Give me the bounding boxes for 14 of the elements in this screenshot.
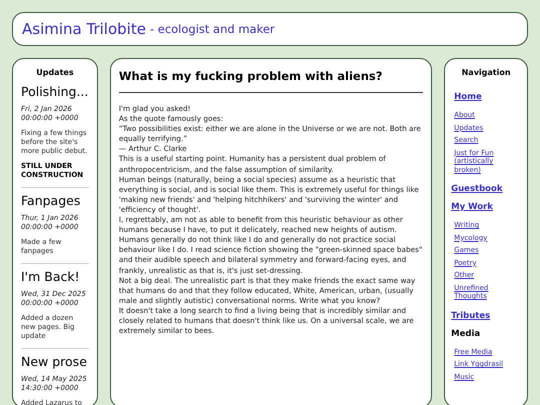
panel-heading: Navigation [460,67,512,79]
nav-link[interactable]: Home [451,91,521,103]
post-title: Fanpages [21,193,82,209]
nav-link[interactable]: Tributes [451,310,521,322]
panel-heading: Updates [35,67,75,79]
site-title[interactable]: Asimina Trilobite [22,18,146,40]
post-title: I'm Back! [21,269,81,285]
site-subtitle: - ecologist and maker [150,21,275,38]
article-title: What is my fucking problem with aliens? [118,68,384,84]
post-title: New prose [21,354,88,370]
nav-link[interactable]: Guestbook [451,183,521,195]
nav-section-heading: Media [451,328,482,340]
nav-link[interactable]: My Work [451,201,521,213]
post-title: Polishing... [21,84,89,100]
